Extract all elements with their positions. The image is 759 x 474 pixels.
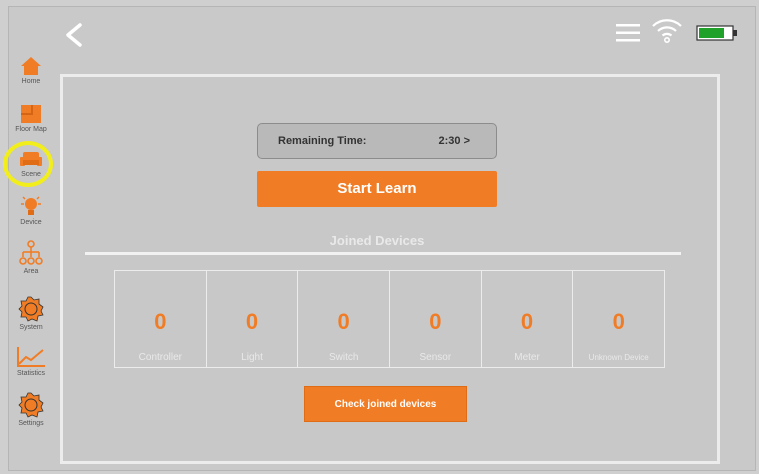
remaining-time-label: Remaining Time: [278, 135, 367, 147]
remaining-time-value: 2:30 > [438, 135, 471, 147]
device-type-label: Light [241, 352, 263, 363]
device-type-label: Meter [514, 352, 540, 363]
device-count-value: 0 [245, 309, 259, 334]
sidebar-item-label: Statistics [16, 370, 45, 377]
sidebar-item-system[interactable]: System [8, 296, 54, 342]
sidebar-item-settings[interactable]: Settings [8, 392, 54, 438]
home-icon [21, 57, 41, 75]
scene-highlight-circle [3, 141, 53, 187]
system-gear-icon [18, 296, 44, 322]
device-count-value: 0 [154, 309, 167, 334]
joined-devices-title: Joined Devices [329, 233, 425, 248]
device-count-meter: 0 Meter [482, 271, 574, 367]
sidebar-item-label: System [19, 324, 43, 331]
device-count-value: 0 [429, 309, 442, 334]
device-type-label: Switch [328, 352, 359, 363]
sidebar-item-statistics[interactable]: Statistics [8, 346, 54, 392]
device-type-label: Sensor [419, 352, 452, 363]
chevron-left-icon[interactable] [62, 22, 86, 48]
settings-gear-icon [18, 392, 44, 418]
device-count-controller: 0 Controller [115, 271, 207, 367]
start-learn-button[interactable]: Start Learn [257, 171, 497, 207]
device-count-sensor: 0 Sensor [390, 271, 482, 367]
floor-map-icon [21, 105, 41, 123]
sidebar-item-label: Home [21, 78, 41, 85]
device-count-unknown: 0 Unknown Device [573, 271, 664, 367]
top-bar [0, 0, 759, 60]
sidebar-item-label: Device [20, 219, 42, 226]
sidebar: Home Floor Map Scene Device Area System … [8, 56, 54, 466]
sidebar-item-device[interactable]: Device [8, 195, 54, 241]
sidebar-item-home[interactable]: Home [8, 56, 54, 102]
joined-devices-grid: 0 Controller 0 Light 0 Switch 0 Sensor 0… [114, 270, 665, 368]
device-count-light: 0 Light [207, 271, 299, 367]
sidebar-item-area[interactable]: Area [8, 240, 54, 286]
battery-icon [696, 25, 740, 41]
wifi-icon [650, 16, 684, 44]
divider [85, 252, 681, 255]
hamburger-menu-icon[interactable] [614, 22, 642, 44]
device-type-label: Controller [138, 352, 183, 363]
sidebar-item-label: Settings [18, 420, 44, 427]
statistics-chart-icon [17, 347, 45, 367]
device-type-label: Unknown Device [588, 353, 649, 362]
check-joined-devices-button[interactable]: Check joined devices [304, 386, 467, 422]
device-count-value: 0 [520, 309, 534, 334]
device-count-value: 0 [337, 309, 350, 334]
device-count-switch: 0 Switch [298, 271, 391, 367]
lightbulb-icon [21, 196, 41, 215]
area-tree-icon [19, 240, 43, 265]
remaining-time-button[interactable]: Remaining Time: 2:30 > [257, 123, 497, 159]
sidebar-item-label: Area [23, 268, 39, 275]
sidebar-item-label: Floor Map [15, 126, 47, 133]
device-count-value: 0 [612, 309, 625, 334]
